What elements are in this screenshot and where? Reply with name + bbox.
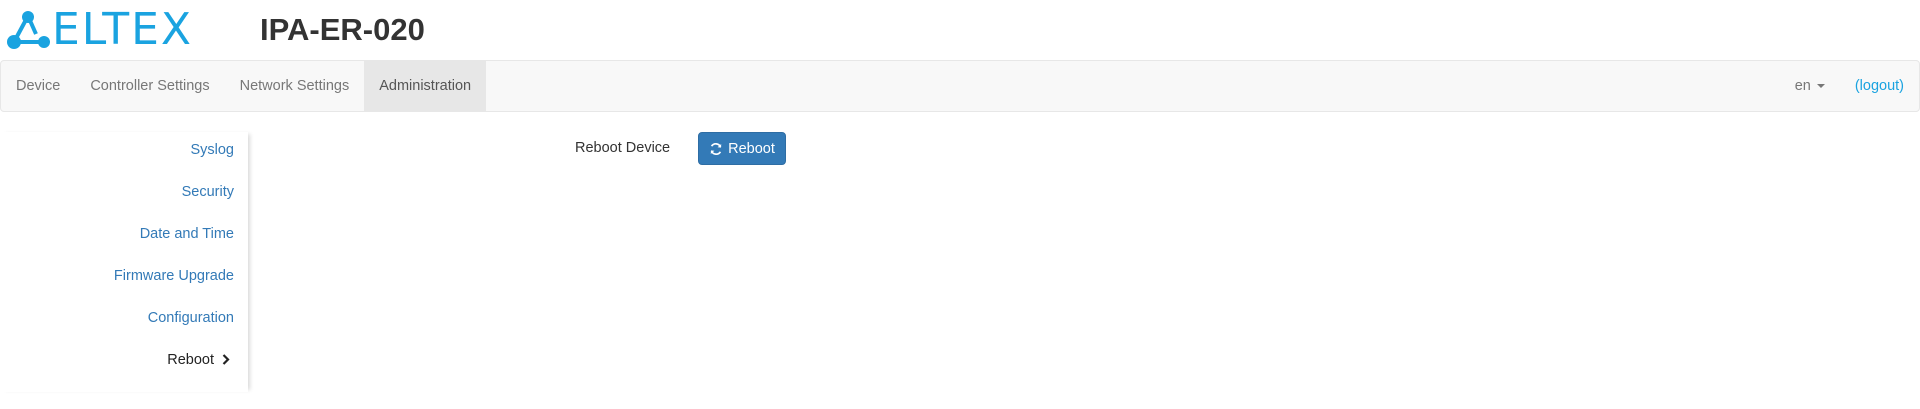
language-label: en <box>1794 78 1811 94</box>
tab-device[interactable]: Device <box>1 61 75 111</box>
sidebar-item-syslog[interactable]: Syslog <box>190 142 234 158</box>
sidebar-item-security[interactable]: Security <box>182 184 234 200</box>
sidebar-item-reboot[interactable]: Reboot <box>167 352 230 368</box>
reboot-device-label: Reboot Device <box>575 140 671 156</box>
chevron-right-icon <box>222 352 230 368</box>
language-dropdown[interactable]: en <box>1780 61 1840 111</box>
top-navbar: Device Controller Settings Network Setti… <box>0 60 1920 112</box>
sidebar-item-configuration[interactable]: Configuration <box>148 310 234 326</box>
admin-sidebar: Syslog Security Date and Time Firmware U… <box>0 132 248 392</box>
logout-link[interactable]: (logout) <box>1840 61 1919 111</box>
nav-right: en (logout) <box>1780 61 1919 111</box>
eltex-logo[interactable]: ELTEX <box>6 4 194 55</box>
sidebar-item-date-and-time[interactable]: Date and Time <box>140 226 234 242</box>
sidebar-item-firmware-upgrade[interactable]: Firmware Upgrade <box>114 268 234 284</box>
caret-down-icon <box>1816 84 1825 88</box>
header: ELTEX IPA-ER-020 <box>0 0 1920 60</box>
reboot-button[interactable]: Reboot <box>698 132 786 165</box>
tab-network-settings[interactable]: Network Settings <box>225 61 365 111</box>
device-title: IPA-ER-020 <box>260 12 425 47</box>
eltex-logo-icon <box>7 11 50 49</box>
refresh-icon <box>709 142 723 156</box>
tab-administration[interactable]: Administration <box>364 61 487 111</box>
tab-controller-settings[interactable]: Controller Settings <box>75 61 224 111</box>
logo-text: ELTEX <box>52 4 194 55</box>
reboot-button-label: Reboot <box>728 140 775 157</box>
nav-tabs: Device Controller Settings Network Setti… <box>1 61 487 111</box>
sidebar-item-label: Reboot <box>167 352 214 368</box>
